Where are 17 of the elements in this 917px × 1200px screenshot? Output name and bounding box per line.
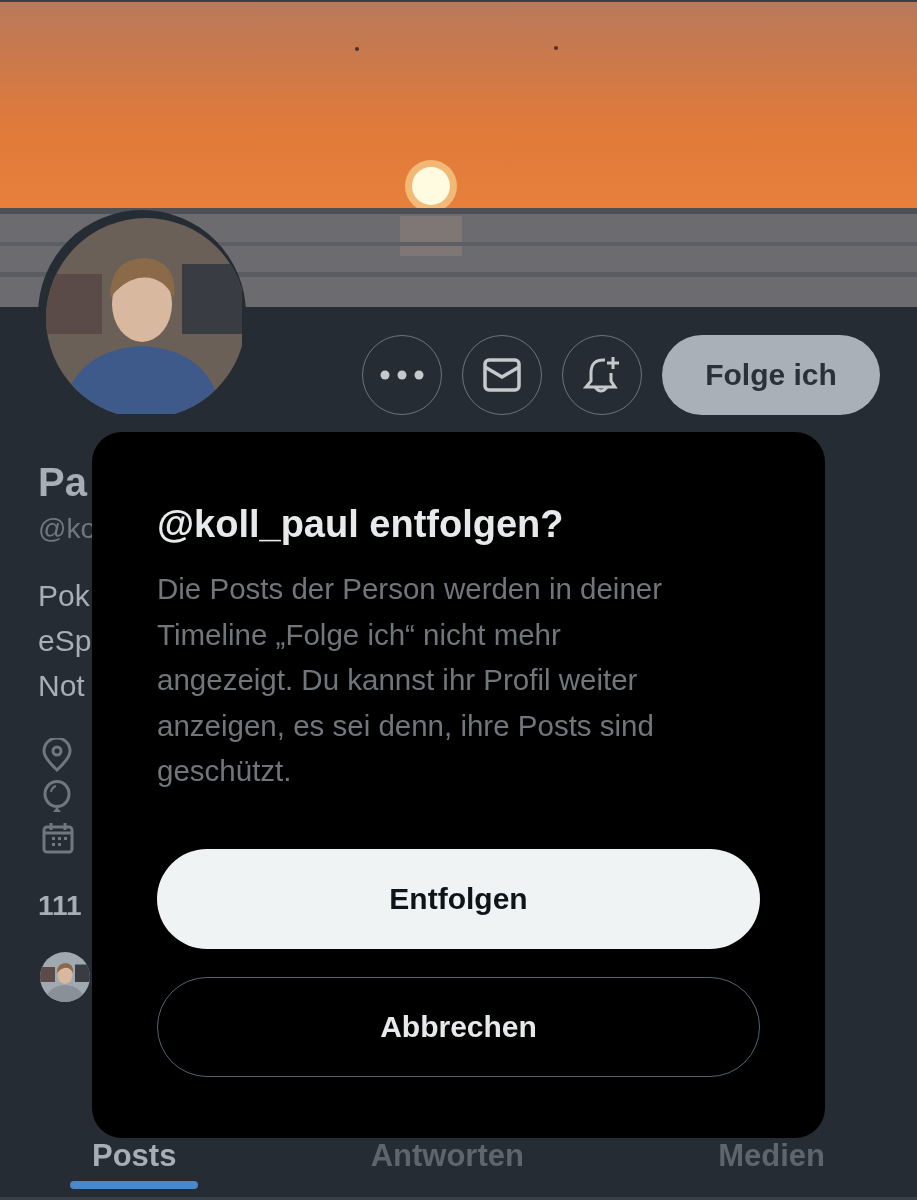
profile-name: Pa — [38, 459, 87, 505]
bio-line: Pok — [38, 578, 91, 614]
dialog-title: @koll_paul entfolgen? — [157, 502, 565, 547]
cancel-button[interactable]: Abbrechen — [157, 976, 760, 1077]
follow-count: 111 — [38, 890, 82, 922]
unfollow-button[interactable]: Entfolgen — [157, 848, 760, 949]
more-icon — [380, 370, 424, 380]
calendar-icon — [42, 822, 74, 854]
envelope-icon — [483, 358, 521, 392]
following-button[interactable]: Folge ich — [662, 335, 880, 415]
balloon-icon — [42, 780, 72, 814]
dialog-message: Die Posts der Person werden in deiner Timeline „Folge ich“ nicht mehr angezeigt. Du kannst ihr Profil weiter anzeigen, es sei denn, ihre Posts sind geschützt. — [157, 571, 664, 789]
bio-line: eSp — [38, 623, 92, 659]
profile-tab[interactable]: Posts — [92, 1139, 177, 1173]
bio-line: Not — [38, 668, 86, 704]
bell-plus-icon — [583, 355, 621, 395]
location-icon — [42, 738, 72, 772]
